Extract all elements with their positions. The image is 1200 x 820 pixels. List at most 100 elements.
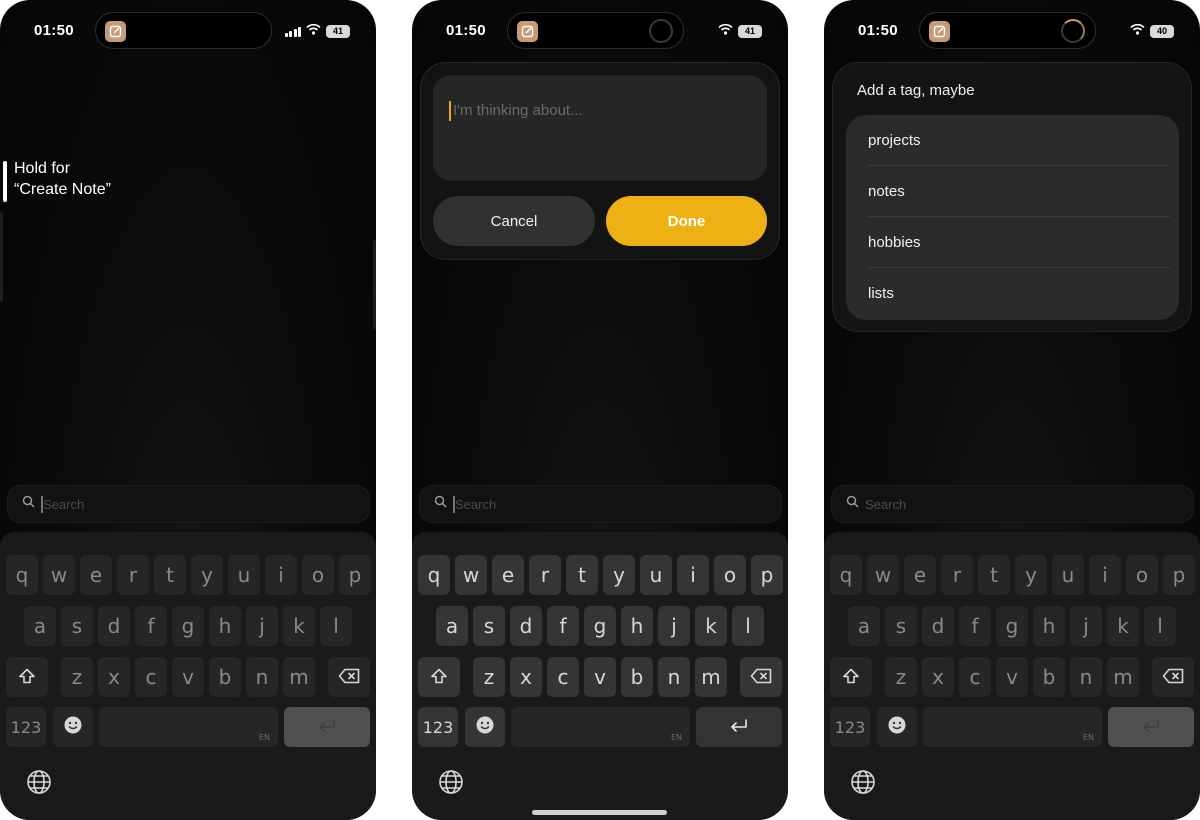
key-b[interactable]: b [209, 657, 241, 697]
return-key[interactable] [696, 707, 782, 747]
tag-option[interactable]: lists [868, 268, 1170, 319]
key-e[interactable]: e [904, 555, 936, 595]
search-bar[interactable]: Search [831, 485, 1194, 523]
key-e[interactable]: e [492, 555, 524, 595]
key-y[interactable]: y [191, 555, 223, 595]
dynamic-island[interactable] [95, 12, 272, 49]
key-m[interactable]: m [695, 657, 727, 697]
tag-option[interactable]: hobbies [868, 217, 1170, 268]
key-b[interactable]: b [1033, 657, 1065, 697]
key-n[interactable]: n [658, 657, 690, 697]
key-d[interactable]: d [510, 606, 542, 646]
done-button[interactable]: Done [606, 196, 767, 246]
key-e[interactable]: e [80, 555, 112, 595]
key-j[interactable]: j [1070, 606, 1102, 646]
key-q[interactable]: q [6, 555, 38, 595]
key-p[interactable]: p [751, 555, 783, 595]
emoji-key[interactable] [53, 707, 93, 747]
key-v[interactable]: v [996, 657, 1028, 697]
key-k[interactable]: k [283, 606, 315, 646]
delete-key[interactable] [1152, 657, 1194, 697]
key-d[interactable]: d [98, 606, 130, 646]
key-u[interactable]: u [1052, 555, 1084, 595]
key-q[interactable]: q [418, 555, 450, 595]
key-l[interactable]: l [732, 606, 764, 646]
key-r[interactable]: r [117, 555, 149, 595]
home-indicator[interactable] [532, 810, 667, 815]
key-h[interactable]: h [621, 606, 653, 646]
key-v[interactable]: v [172, 657, 204, 697]
shift-key[interactable] [6, 657, 48, 697]
key-d[interactable]: d [922, 606, 954, 646]
key-k[interactable]: k [1107, 606, 1139, 646]
key-g[interactable]: g [172, 606, 204, 646]
key-p[interactable]: p [1163, 555, 1195, 595]
key-m[interactable]: m [1107, 657, 1139, 697]
note-input[interactable]: I'm thinking about... [433, 75, 767, 181]
shift-key[interactable] [418, 657, 460, 697]
globe-icon[interactable] [850, 769, 876, 800]
key-j[interactable]: j [658, 606, 690, 646]
key-y[interactable]: y [603, 555, 635, 595]
key-z[interactable]: z [473, 657, 505, 697]
search-bar[interactable]: Search [7, 485, 370, 523]
key-j[interactable]: j [246, 606, 278, 646]
key-s[interactable]: s [885, 606, 917, 646]
dynamic-island[interactable] [507, 12, 684, 49]
key-w[interactable]: w [455, 555, 487, 595]
key-o[interactable]: o [1126, 555, 1158, 595]
key-r[interactable]: r [941, 555, 973, 595]
key-w[interactable]: w [867, 555, 899, 595]
key-q[interactable]: q [830, 555, 862, 595]
key-x[interactable]: x [98, 657, 130, 697]
tag-option[interactable]: notes [868, 166, 1170, 217]
key-h[interactable]: h [1033, 606, 1065, 646]
tag-option[interactable]: projects [868, 115, 1170, 166]
emoji-key[interactable] [877, 707, 917, 747]
key-i[interactable]: i [1089, 555, 1121, 595]
dynamic-island[interactable] [919, 12, 1096, 49]
key-c[interactable]: c [135, 657, 167, 697]
key-l[interactable]: l [320, 606, 352, 646]
key-r[interactable]: r [529, 555, 561, 595]
key-n[interactable]: n [246, 657, 278, 697]
key-w[interactable]: w [43, 555, 75, 595]
key-y[interactable]: y [1015, 555, 1047, 595]
key-v[interactable]: v [584, 657, 616, 697]
numbers-key[interactable]: 123 [830, 707, 870, 747]
key-t[interactable]: t [978, 555, 1010, 595]
key-u[interactable]: u [640, 555, 672, 595]
key-n[interactable]: n [1070, 657, 1102, 697]
globe-icon[interactable] [438, 769, 464, 800]
key-z[interactable]: z [61, 657, 93, 697]
key-s[interactable]: s [473, 606, 505, 646]
key-x[interactable]: x [922, 657, 954, 697]
emoji-key[interactable] [465, 707, 505, 747]
space-key[interactable]: EN [511, 707, 690, 747]
key-t[interactable]: t [566, 555, 598, 595]
search-bar[interactable]: Search [419, 485, 782, 523]
key-o[interactable]: o [714, 555, 746, 595]
delete-key[interactable] [328, 657, 370, 697]
key-h[interactable]: h [209, 606, 241, 646]
cancel-button[interactable]: Cancel [433, 196, 595, 246]
key-m[interactable]: m [283, 657, 315, 697]
key-f[interactable]: f [547, 606, 579, 646]
numbers-key[interactable]: 123 [6, 707, 46, 747]
key-c[interactable]: c [547, 657, 579, 697]
key-z[interactable]: z [885, 657, 917, 697]
numbers-key[interactable]: 123 [418, 707, 458, 747]
key-o[interactable]: o [302, 555, 334, 595]
key-f[interactable]: f [959, 606, 991, 646]
globe-icon[interactable] [26, 769, 52, 800]
space-key[interactable]: EN [923, 707, 1102, 747]
key-b[interactable]: b [621, 657, 653, 697]
return-key[interactable] [284, 707, 370, 747]
key-t[interactable]: t [154, 555, 186, 595]
key-a[interactable]: a [24, 606, 56, 646]
key-a[interactable]: a [848, 606, 880, 646]
key-c[interactable]: c [959, 657, 991, 697]
key-x[interactable]: x [510, 657, 542, 697]
delete-key[interactable] [740, 657, 782, 697]
key-i[interactable]: i [265, 555, 297, 595]
